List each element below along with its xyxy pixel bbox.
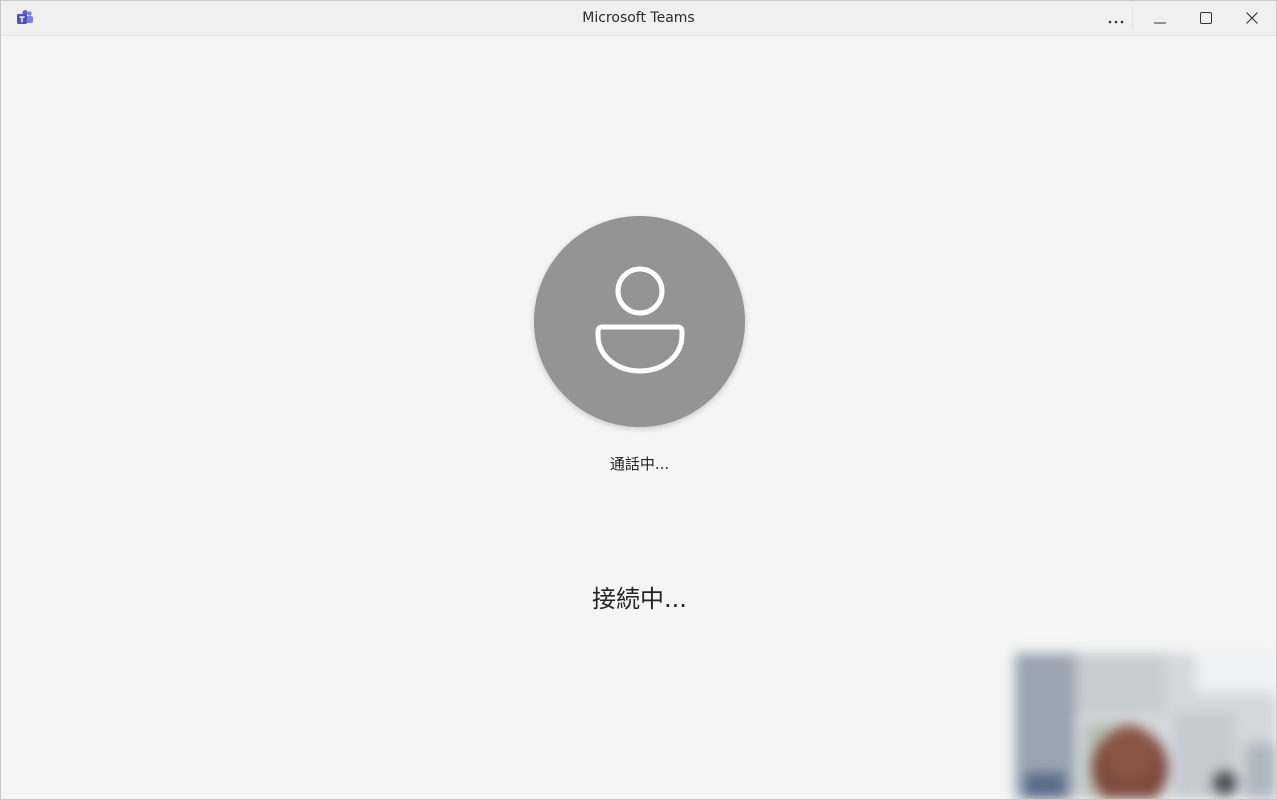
minimize-button[interactable] xyxy=(1137,1,1183,35)
contact-avatar xyxy=(534,216,745,427)
title-bar-divider xyxy=(1132,7,1133,29)
maximize-button[interactable] xyxy=(1183,1,1229,35)
close-button[interactable] xyxy=(1229,1,1275,35)
title-bar[interactable]: Microsoft Teams xyxy=(1,1,1276,36)
self-video-preview[interactable] xyxy=(1015,653,1276,799)
calling-status-text: 通話中... xyxy=(609,455,670,473)
minimize-icon xyxy=(1154,9,1166,28)
teams-call-window: Microsoft Teams 通話中... 接続中... xyxy=(0,0,1277,800)
maximize-icon xyxy=(1200,9,1212,28)
connecting-status-text: 接続中... xyxy=(592,585,687,613)
person-icon xyxy=(592,265,688,379)
more-options-icon xyxy=(1108,9,1124,28)
window-title: Microsoft Teams xyxy=(582,10,695,26)
close-icon xyxy=(1246,9,1258,28)
